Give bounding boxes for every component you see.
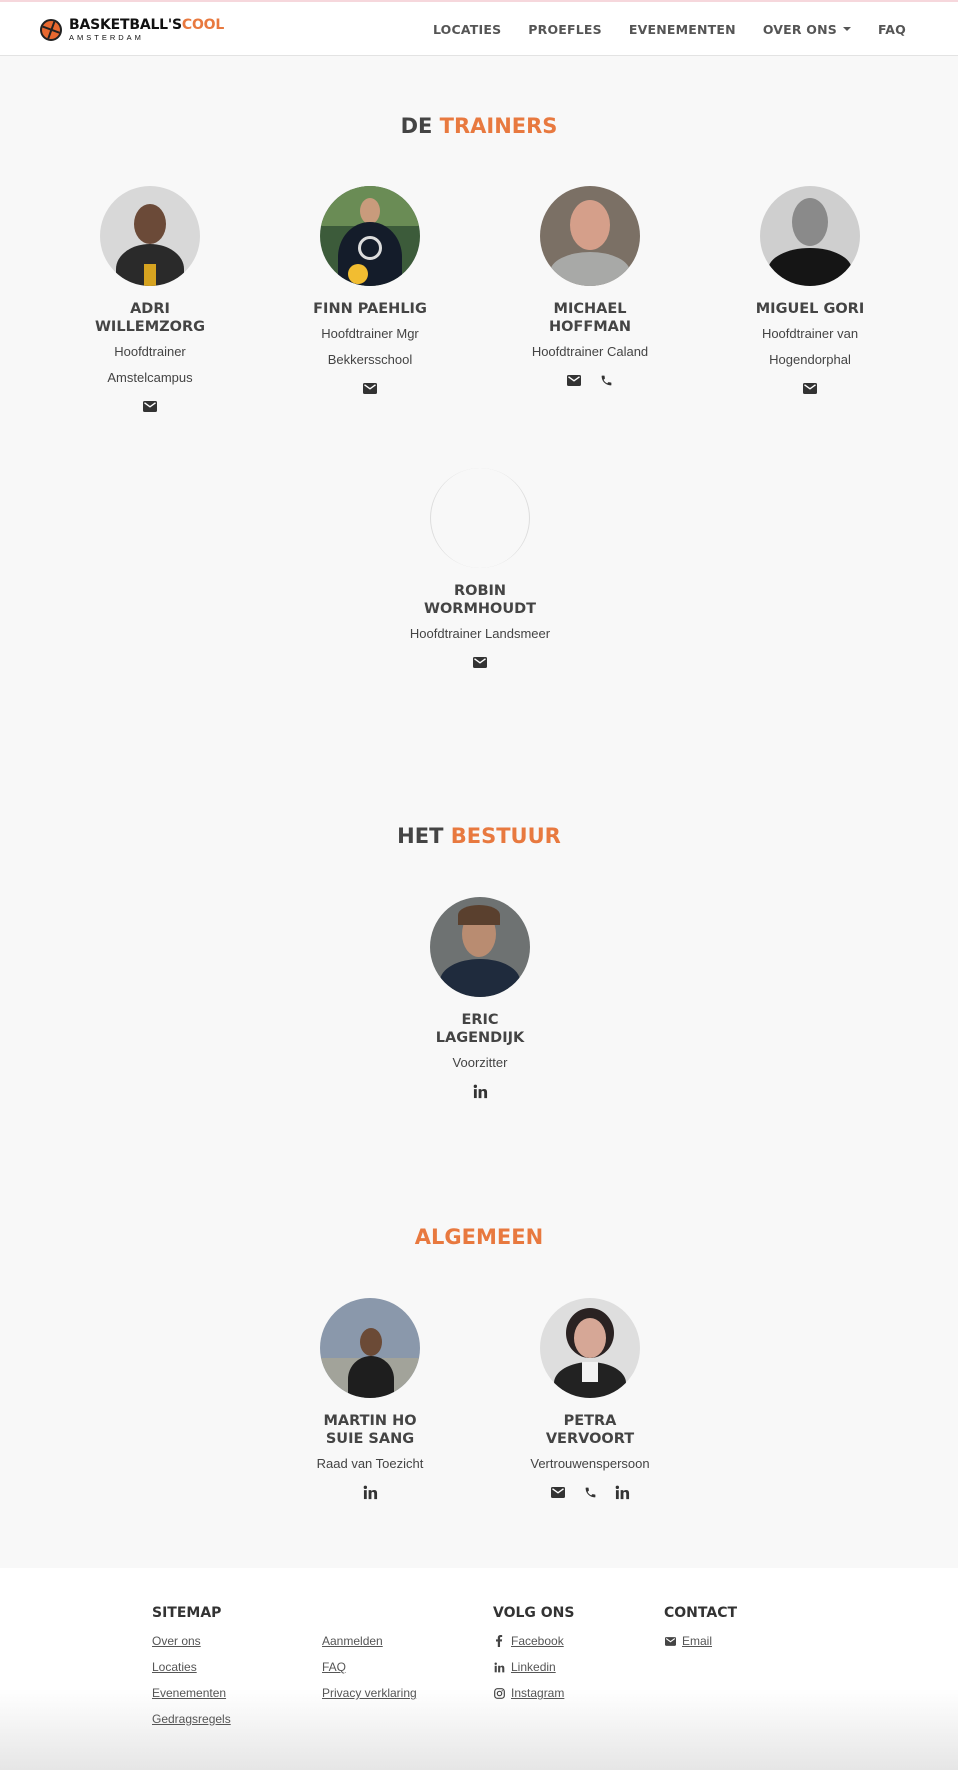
footer-contact-title: CONTACT <box>664 1605 738 1621</box>
phone-icon[interactable] <box>581 1483 599 1501</box>
footer-link-aanmelden[interactable]: Aanmelden <box>322 1628 417 1654</box>
person-card: MIGUEL GORI Hoofdtrainer van Hogendorpha… <box>710 186 910 397</box>
chevron-down-icon <box>842 27 851 31</box>
person-name: ADRI WILLEMZORG <box>94 301 206 335</box>
person-role: Voorzitter <box>452 1055 508 1070</box>
person-card: ERIC LAGENDIJK Voorzitter <box>380 897 580 1100</box>
person-name: ROBIN WORMHOUDT <box>423 583 537 617</box>
avatar <box>320 186 420 286</box>
facebook-icon <box>493 1635 505 1647</box>
footer-facebook-label: Facebook <box>511 1634 564 1648</box>
person-name: ERIC LAGENDIJK <box>435 1012 525 1046</box>
logo-accent-text: COOL <box>181 17 225 33</box>
avatar <box>430 897 530 997</box>
nav-over-ons-label: OVER ONS <box>762 21 837 37</box>
linkedin-icon[interactable] <box>613 1483 631 1501</box>
nav-evenementen[interactable]: EVENEMENTEN <box>629 22 736 37</box>
footer-link-locaties[interactable]: Locaties <box>152 1654 231 1680</box>
person-name: PETRA VERVOORT <box>545 1413 635 1447</box>
linkedin-icon[interactable] <box>471 1082 489 1100</box>
trainers-title-main: DE <box>400 114 433 138</box>
email-icon[interactable] <box>801 379 819 397</box>
avatar <box>100 186 200 286</box>
avatar-placeholder <box>430 468 530 568</box>
person-role: Hoofdtrainer van Hogendorphal <box>761 326 859 367</box>
avatar <box>540 1298 640 1398</box>
nav-faq[interactable]: FAQ <box>878 22 906 37</box>
footer-email-label: Email <box>682 1634 713 1648</box>
person-card: PETRA VERVOORT Vertrouwenspersoon <box>490 1298 690 1501</box>
person-role: Hoofdtrainer Landsmeer <box>409 626 551 641</box>
person-name: MARTIN HO SUIE SANG <box>323 1413 417 1447</box>
email-icon <box>664 1635 676 1647</box>
email-icon[interactable] <box>361 379 379 397</box>
footer-link-faq[interactable]: FAQ <box>322 1654 417 1680</box>
algemeen-title: ALGEMEEN <box>0 1225 958 1249</box>
person-role: Hoofdtrainer Caland <box>531 344 649 359</box>
footer-volg-title: VOLG ONS <box>493 1605 575 1621</box>
person-name: FINN PAEHLIG <box>313 301 427 317</box>
email-icon[interactable] <box>471 653 489 671</box>
person-card: MICHAEL HOFFMAN Hoofdtrainer Caland <box>490 186 690 389</box>
footer-linkedin-label: Linkedin <box>511 1660 556 1674</box>
person-name: MIGUEL GORI <box>755 301 865 317</box>
email-icon[interactable] <box>565 371 583 389</box>
phone-icon[interactable] <box>597 371 615 389</box>
footer-instagram-label: Instagram <box>511 1686 565 1700</box>
bestuur-title-main: HET <box>397 824 444 848</box>
person-card: FINN PAEHLIG Hoofdtrainer Mgr Bekkerssch… <box>270 186 470 397</box>
footer-volg-ons: VOLG ONS Facebook Linkedin Instagram <box>493 1604 574 1706</box>
footer-sitemap-title: SITEMAP <box>152 1605 222 1621</box>
logo-main-text: BASKETBALL'S <box>69 17 182 33</box>
avatar <box>760 186 860 286</box>
instagram-icon <box>493 1687 505 1699</box>
person-role: Raad van Toezicht <box>316 1456 424 1471</box>
person-role: Hoofdtrainer Amstelcampus <box>107 344 193 385</box>
basketball-icon <box>40 19 62 41</box>
nav-over-ons[interactable]: OVER ONS <box>763 22 851 37</box>
main-nav: LOCATIES PROEFLES EVENEMENTEN OVER ONS F… <box>406 2 906 56</box>
footer-link-email[interactable]: Email <box>664 1628 737 1654</box>
footer-link-gedragsregels[interactable]: Gedragsregels <box>152 1706 231 1732</box>
person-card: MARTIN HO SUIE SANG Raad van Toezicht <box>270 1298 470 1501</box>
avatar <box>320 1298 420 1398</box>
footer-link-privacy[interactable]: Privacy verklaring <box>322 1680 417 1706</box>
footer-link-linkedin[interactable]: Linkedin <box>493 1654 574 1680</box>
footer-contact: CONTACT Email <box>664 1604 737 1654</box>
footer-link-instagram[interactable]: Instagram <box>493 1680 574 1706</box>
bestuur-title-accent: BESTUUR <box>450 824 561 848</box>
trainers-title-accent: TRAINERS <box>439 114 558 138</box>
nav-locaties[interactable]: LOCATIES <box>433 22 501 37</box>
person-name: MICHAEL HOFFMAN <box>548 301 632 335</box>
person-role: Vertrouwenspersoon <box>530 1456 650 1471</box>
email-icon[interactable] <box>141 397 159 415</box>
footer-link-facebook[interactable]: Facebook <box>493 1628 574 1654</box>
footer-sitemap-col2: Aanmelden FAQ Privacy verklaring <box>322 1604 417 1706</box>
person-role: Hoofdtrainer Mgr Bekkersschool <box>321 326 419 367</box>
linkedin-icon[interactable] <box>361 1483 379 1501</box>
email-icon[interactable] <box>549 1483 567 1501</box>
site-footer: SITEMAP Over ons Locaties Evenementen Ge… <box>0 1568 958 1770</box>
footer-link-evenementen[interactable]: Evenementen <box>152 1680 231 1706</box>
person-card: ROBIN WORMHOUDT Hoofdtrainer Landsmeer <box>380 468 580 671</box>
site-logo[interactable]: BASKETBALL'SCOOL AMSTERDAM <box>40 17 224 43</box>
trainers-title: DE TRAINERS <box>0 114 958 138</box>
nav-proefles[interactable]: PROEFLES <box>528 22 602 37</box>
algemeen-title-accent: ALGEMEEN <box>414 1225 544 1249</box>
avatar <box>540 186 640 286</box>
footer-link-over-ons[interactable]: Over ons <box>152 1628 231 1654</box>
logo-subtitle: AMSTERDAM <box>69 33 144 42</box>
footer-sitemap: SITEMAP Over ons Locaties Evenementen Ge… <box>152 1604 231 1732</box>
linkedin-icon <box>493 1661 505 1673</box>
bestuur-title: HET BESTUUR <box>0 824 958 848</box>
person-card: ADRI WILLEMZORG Hoofdtrainer Amstelcampu… <box>50 186 250 415</box>
